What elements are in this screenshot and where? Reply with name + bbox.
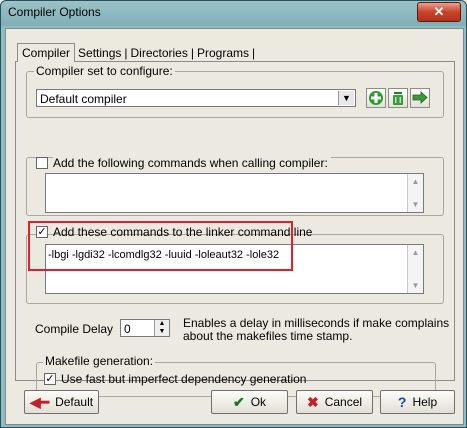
compile-delay-value: 0 xyxy=(124,322,131,336)
compiler-set-label: Compiler set to configure: xyxy=(34,64,175,78)
trash-icon xyxy=(393,92,403,105)
fast-dependency-checkbox[interactable]: ✓ xyxy=(44,373,56,385)
compile-delay-description-line1: Enables a delay in milliseconds if make … xyxy=(183,316,450,330)
close-button[interactable]: ✕ xyxy=(417,2,461,22)
delete-compiler-set-button[interactable] xyxy=(388,88,408,108)
compile-delay-spinner[interactable]: 0 ▲ ▼ xyxy=(120,319,170,337)
compiler-commands-scrollbar[interactable]: ▲ ▼ xyxy=(407,174,423,212)
ok-button-label: Ok xyxy=(250,395,267,409)
tab-programs[interactable]: Programs xyxy=(194,45,252,61)
ok-button[interactable]: ✔ Ok xyxy=(211,390,288,414)
compile-delay-description-line2: about the makefiles time stamp. xyxy=(183,329,353,343)
compiler-commands-textarea[interactable]: ▲ ▼ xyxy=(45,173,424,213)
fast-dependency-label: Use fast but imperfect dependency genera… xyxy=(61,372,307,386)
tab-directories[interactable]: Directories xyxy=(128,45,191,61)
dialog-client-area: Compiler Settings | Directories | Progra… xyxy=(5,28,464,425)
rename-compiler-set-button[interactable] xyxy=(410,88,430,108)
cancel-x-icon: ✖ xyxy=(306,393,319,410)
window-title: Compiler Options xyxy=(8,5,101,19)
compiler-set-value: Default compiler xyxy=(40,92,127,106)
compiler-commands-label: Add the following commands when calling … xyxy=(53,156,331,170)
title-bar[interactable]: Compiler Options ✕ xyxy=(1,1,466,25)
tab-compiler[interactable]: Compiler xyxy=(17,43,76,62)
chevron-down-icon[interactable]: ▼ xyxy=(338,91,354,105)
check-icon: ✔ xyxy=(232,393,245,410)
add-compiler-set-button[interactable] xyxy=(366,88,386,108)
compiler-options-window: Compiler Options ✕ Compiler Settings | D… xyxy=(0,0,467,428)
plus-icon xyxy=(369,91,383,105)
help-button-label: Help xyxy=(412,395,438,409)
scroll-down-icon[interactable]: ▼ xyxy=(408,197,423,212)
highlight-annotation-box xyxy=(28,221,293,271)
spin-down-icon[interactable]: ▼ xyxy=(155,328,169,336)
cancel-button-label: Cancel xyxy=(324,395,363,409)
makefile-generation-label: Makefile generation: xyxy=(43,354,156,368)
compiler-tab-panel: Compiler set to configure: Default compi… xyxy=(15,61,455,397)
compile-delay-spin-buttons[interactable]: ▲ ▼ xyxy=(154,320,169,336)
cancel-button[interactable]: ✖ Cancel xyxy=(296,390,373,414)
compile-delay-label: Compile Delay xyxy=(35,322,114,336)
help-button[interactable]: ? Help xyxy=(380,390,455,414)
help-icon: ? xyxy=(397,394,407,410)
scroll-up-icon[interactable]: ▲ xyxy=(408,245,423,260)
spin-up-icon[interactable]: ▲ xyxy=(155,320,169,328)
scroll-down-icon[interactable]: ▼ xyxy=(408,278,423,293)
default-button[interactable]: ◀━ Default xyxy=(24,390,99,414)
compiler-set-select[interactable]: Default compiler ▼ xyxy=(36,89,356,107)
tab-separator: | xyxy=(252,46,256,60)
tab-settings[interactable]: Settings xyxy=(75,45,124,61)
tab-strip: Compiler Settings | Directories | Progra… xyxy=(17,43,256,62)
back-arrow-icon: ◀━ xyxy=(29,393,50,410)
scroll-up-icon[interactable]: ▲ xyxy=(408,174,423,189)
arrow-right-icon xyxy=(412,91,428,104)
compiler-commands-checkbox[interactable] xyxy=(36,157,48,169)
default-button-label: Default xyxy=(55,395,94,409)
linker-commands-scrollbar[interactable]: ▲ ▼ xyxy=(407,245,423,293)
